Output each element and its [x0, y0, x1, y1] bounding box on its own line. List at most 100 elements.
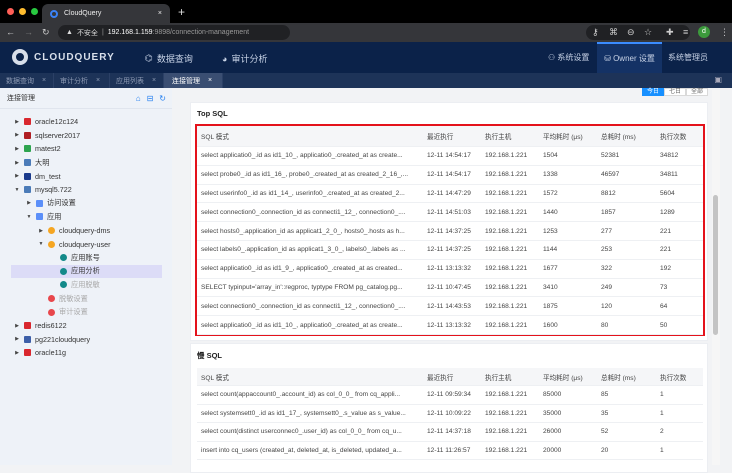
table-row[interactable]: select applicatio0_.id as id1_9_, applic… — [197, 260, 703, 279]
tree-node[interactable]: 应用分析 — [11, 264, 162, 279]
column-header: 总耗时 (ms) — [601, 374, 636, 382]
cell: 20 — [601, 446, 609, 454]
table-row[interactable]: select connection0_.connection_id as con… — [197, 297, 703, 317]
table-row[interactable]: select applicatio0_.id as id1_10_, appli… — [197, 316, 703, 335]
tree-node[interactable]: 脱敏设置 — [0, 292, 172, 306]
media-icon[interactable]: ≡ — [683, 27, 688, 37]
tree-node[interactable]: ▶ oracle11g — [0, 346, 172, 360]
url-input[interactable]: ▲ 不安全 | 192.168.1.159:9898/connection-manag… — [58, 25, 290, 40]
caret-right-icon[interactable]: ▶ — [14, 146, 20, 152]
tree-node[interactable]: ▶ pg221cloudquery — [0, 333, 172, 347]
maximize-window-button[interactable] — [31, 8, 38, 15]
close-icon[interactable]: × — [42, 77, 46, 84]
close-tab-icon[interactable]: × — [158, 10, 162, 17]
caret-down-icon[interactable]: ▼ — [26, 214, 32, 220]
caret-right-icon[interactable]: ▶ — [14, 132, 20, 138]
menu-icon[interactable]: ⋮ — [720, 27, 729, 38]
tree-node-label: matest2 — [35, 144, 61, 154]
tree-node[interactable]: ▶ 大明 — [0, 156, 172, 170]
caret-right-icon[interactable]: ▶ — [14, 173, 20, 179]
reload-icon[interactable]: ↻ — [42, 27, 50, 38]
tree-node[interactable]: ▶ redis6122 — [0, 319, 172, 333]
tree-node[interactable]: ▶ oracle12c124 — [0, 115, 172, 129]
system-settings-link[interactable]: ⚇ 系统设置 — [548, 52, 589, 63]
nav-data-query[interactable]: ⌬ 数据查询 — [145, 52, 193, 65]
new-tab-button[interactable]: + — [178, 5, 185, 19]
tree-node[interactable]: 应用脱敏 — [0, 278, 172, 292]
cell: 85000 — [543, 391, 562, 399]
tree-node[interactable]: 应用账号 — [0, 251, 172, 265]
cell: 85 — [601, 391, 609, 399]
extensions-icon[interactable]: ✚ — [666, 27, 674, 38]
home-icon[interactable]: ⌂ — [136, 94, 141, 103]
tree-node[interactable]: ▶ matest2 — [0, 142, 172, 156]
translate-icon[interactable]: ⌘ — [609, 27, 618, 38]
table-row[interactable]: select hosts0_.application_id as applica… — [197, 222, 703, 241]
tab-audit-analysis[interactable]: 审计分析 × — [54, 73, 110, 88]
close-icon[interactable]: × — [152, 77, 156, 84]
cell: 1 — [660, 446, 664, 454]
tree-node[interactable]: 审计设置 — [0, 305, 172, 319]
table-row[interactable]: select labels0_.application_id as applic… — [197, 241, 703, 260]
tree-node[interactable]: ▶ sqlserver2017 — [0, 129, 172, 143]
caret-right-icon[interactable]: ▶ — [26, 200, 32, 206]
tab-app-list[interactable]: 应用列表 × — [110, 73, 164, 88]
caret-right-icon[interactable]: ▶ — [14, 336, 20, 342]
caret-right-icon[interactable]: ▶ — [14, 160, 20, 166]
collapse-icon[interactable]: ⊟ — [147, 94, 154, 103]
caret-right-icon[interactable]: ▶ — [38, 228, 44, 234]
connection-type-icon — [60, 281, 67, 289]
table-row[interactable]: select userinfo0_.id as id1_14_, userinf… — [197, 185, 703, 204]
star-icon[interactable]: ☆ — [644, 27, 652, 38]
calendar-icon[interactable]: ▣ — [714, 75, 722, 84]
range-today[interactable]: 今日 — [642, 88, 665, 96]
caret-right-icon[interactable]: ▶ — [14, 323, 20, 329]
forward-icon[interactable]: → — [24, 27, 33, 37]
tab-data-query[interactable]: 数据查询 × — [0, 73, 54, 88]
table-row[interactable]: select probe0_.id as id1_16_, probe0_.cr… — [197, 166, 703, 185]
close-icon[interactable]: × — [208, 77, 212, 84]
table-row[interactable]: select count(appaccount0_.account_id) as… — [197, 386, 703, 405]
caret-down-icon[interactable]: ▼ — [38, 241, 44, 247]
caret-down-icon[interactable]: ▼ — [14, 187, 20, 193]
range-7days[interactable]: 七日 — [664, 88, 687, 96]
zoom-icon[interactable]: ⊖ — [627, 27, 635, 38]
address-bar: ← → ↻ ▲ 不安全 | 192.168.1.159:9898/connection… — [0, 23, 732, 42]
table-row[interactable]: select applicatio0_.id as id1_10_, appli… — [197, 147, 703, 166]
cell: 50 — [660, 321, 668, 329]
range-all[interactable]: 全部 — [686, 88, 709, 96]
table-row[interactable]: SELECT typinput='array_in'::regproc, typ… — [197, 279, 703, 298]
back-icon[interactable]: ← — [6, 27, 15, 37]
nav-audit-analysis[interactable]: ◕ 审计分析 — [222, 52, 267, 65]
scrollbar-thumb[interactable] — [713, 195, 718, 335]
logo-icon — [12, 49, 28, 65]
table-row[interactable]: insert into cq_users (created_at, delete… — [197, 442, 703, 460]
tree-node[interactable]: ▶ dm_test — [0, 169, 172, 183]
top-sql-table: SQL 模式 最近执行 执行主机 平均耗时 (μs) 总耗时 (ms) 执行次数 selec… — [195, 124, 705, 336]
browser-tab[interactable]: CloudQuery × — [42, 4, 170, 23]
tree-node[interactable]: ▶ cloudquery-dms — [0, 224, 172, 238]
caret-right-icon[interactable]: ▶ — [14, 350, 20, 356]
logo[interactable]: CLOUDQUERY — [12, 49, 115, 65]
cell: 12-11 13:13:32 — [427, 265, 471, 273]
profile-avatar[interactable]: d — [698, 26, 710, 38]
tree-node[interactable]: ▶ 访问设置 — [0, 197, 172, 211]
cell: 1144 — [543, 246, 558, 254]
caret-right-icon[interactable]: ▶ — [14, 119, 20, 125]
close-window-button[interactable] — [7, 8, 14, 15]
minimize-window-button[interactable] — [19, 8, 26, 15]
refresh-icon[interactable]: ↻ — [159, 94, 166, 103]
tab-title: CloudQuery — [64, 10, 102, 17]
tree-node[interactable]: ▼ mysql5.722 — [0, 183, 172, 197]
tree-node[interactable]: ▼ cloudquery-user — [0, 237, 172, 251]
close-icon[interactable]: × — [96, 77, 100, 84]
owner-settings-link[interactable]: ⛁ Owner 设置 — [597, 42, 662, 73]
table-row[interactable]: select count(distinct userconnec0_.user_… — [197, 423, 703, 442]
user-menu[interactable]: 系统管理员 — [668, 52, 708, 63]
favicon-icon — [50, 9, 58, 18]
table-row[interactable]: select connection0_.connection_id as con… — [197, 203, 703, 223]
table-row[interactable]: select systemsett0_.id as id1_17_, syste… — [197, 405, 703, 423]
tree-node[interactable]: ▼ 应用 — [0, 210, 172, 224]
key-icon[interactable]: ⚷ — [592, 27, 599, 38]
tab-connection-management[interactable]: 连接管理 × — [164, 73, 223, 88]
